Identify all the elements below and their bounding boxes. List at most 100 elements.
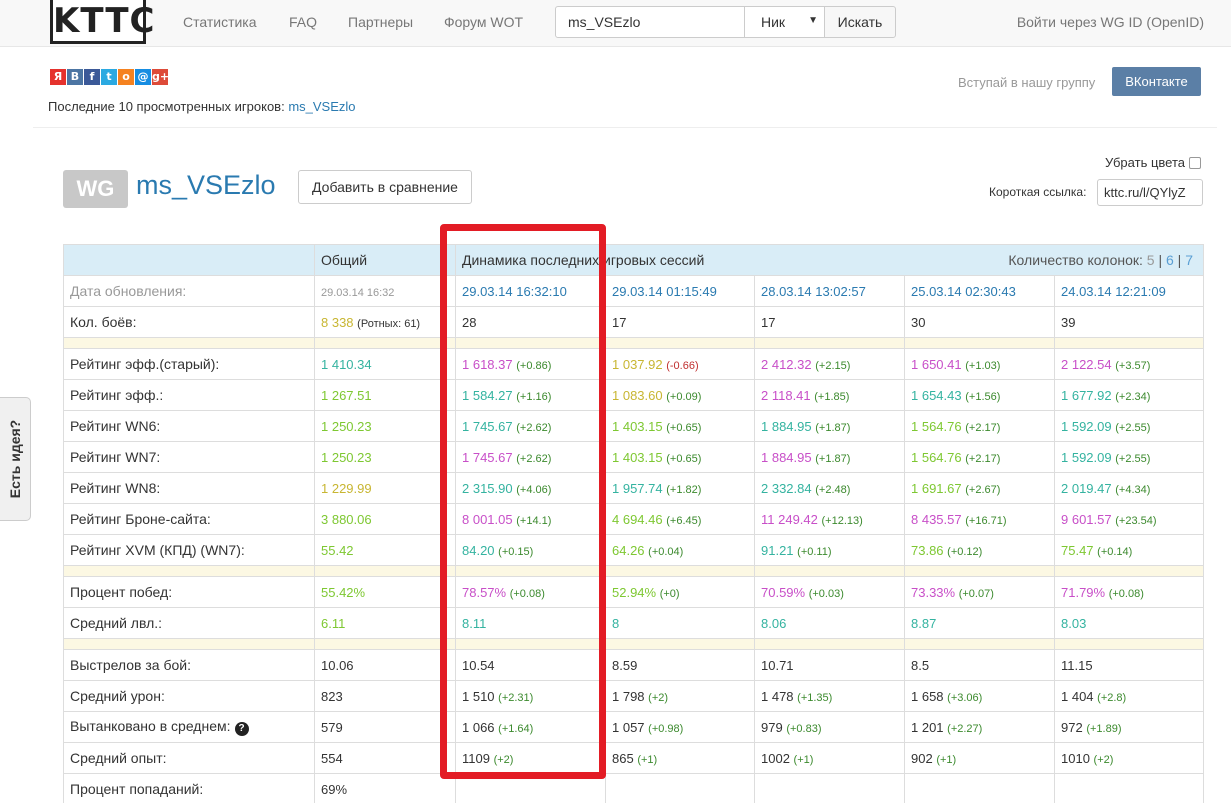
- cell-value: 1 677.92: [1061, 387, 1112, 403]
- cell-delta: (+1.16): [516, 390, 552, 403]
- cell-delta: (+1.64): [498, 722, 534, 735]
- header-dynamics: Динамика последних игровых сессий Количе…: [454, 244, 1205, 276]
- table-row: Средний урон: 823 1 510 (+2.31) 1 798 (+2) 1…: [63, 680, 1205, 712]
- row-label-text: Дата обновления:: [70, 283, 187, 299]
- share-icons: Я Вf t о @ g+: [50, 69, 169, 85]
- session-cell: 2 122.54 (+3.57): [1053, 348, 1205, 380]
- cell-delta: (+2.8): [1097, 691, 1127, 704]
- cell-value: 1 884.95: [761, 449, 812, 465]
- facebook-icon[interactable]: f: [84, 69, 100, 85]
- session-cell: 1109 (+2): [455, 742, 606, 774]
- search-input[interactable]: [555, 6, 745, 38]
- header-dynamics-title: Динамика последних игровых сессий: [462, 252, 705, 268]
- total-cell: 579: [314, 711, 456, 743]
- cell-value: 8 338: [321, 314, 354, 330]
- help-icon[interactable]: ?: [234, 722, 249, 736]
- feedback-tab[interactable]: Есть идея?: [0, 397, 31, 521]
- vk-icon[interactable]: В: [67, 69, 83, 85]
- nav-link-forum[interactable]: Форум WOT: [444, 14, 523, 30]
- cell-value: 29.03.14 16:32: [321, 286, 395, 299]
- search-type-select[interactable]: Ник ▼: [744, 6, 825, 38]
- recent-player-link[interactable]: ms_VSEzlo: [288, 99, 355, 114]
- cell-value: 8.5: [911, 657, 930, 673]
- cell-delta: (+2.48): [815, 483, 851, 496]
- cell-value: 1 592.09: [1061, 449, 1112, 465]
- session-cell: 78.57% (+0.08): [455, 576, 606, 608]
- spacer-cell: [314, 337, 456, 349]
- session-cell: 29.03.14 01:15:49: [605, 275, 755, 307]
- cell-delta: (+0.08): [1108, 587, 1144, 600]
- cell-delta: (+0.11): [797, 545, 832, 558]
- row-label-text: Средний опыт:: [70, 750, 167, 766]
- cell-delta: (+2.34): [1115, 390, 1151, 403]
- session-cell: 25.03.14 02:30:43: [904, 275, 1055, 307]
- session-cell: 10.71: [754, 649, 905, 681]
- cell-delta: (-0.66): [666, 359, 699, 372]
- table-row: Рейтинг Броне-сайта: 3 880.06 8 001.05 (+1…: [63, 503, 1205, 535]
- cell-value: 1 658: [911, 688, 944, 704]
- spacer-cell: [63, 337, 315, 349]
- spacer-cell: [455, 638, 606, 650]
- columns-option-6[interactable]: 6: [1166, 252, 1174, 268]
- cell-value: 10.71: [761, 657, 794, 673]
- nav-link-faq[interactable]: FAQ: [289, 14, 317, 30]
- cell-value: 69%: [321, 781, 348, 797]
- site-logo[interactable]: KTTC: [50, 0, 154, 44]
- row-label: Рейтинг Броне-сайта:: [63, 503, 315, 535]
- cell-value: 1 884.95: [761, 418, 812, 434]
- cell-delta: (+2.27): [947, 722, 983, 735]
- cell-value: 73.86: [911, 542, 944, 558]
- cell-delta: (+2.62): [516, 421, 552, 434]
- cell-value: 9 601.57: [1061, 511, 1112, 527]
- short-link-input[interactable]: [1097, 179, 1203, 206]
- cell-value: 972: [1061, 719, 1083, 735]
- row-label: Рейтинг WN6:: [63, 410, 315, 442]
- cell-value: 25.03.14 02:30:43: [911, 283, 1016, 299]
- cell-delta: (+0.14): [1097, 545, 1133, 558]
- table-row: Рейтинг WN6: 1 250.23 1 745.67 (+2.62) 1 40…: [63, 410, 1205, 442]
- cell-value: 28: [462, 314, 477, 330]
- cell-value: 2 019.47: [1061, 480, 1112, 496]
- remove-colors-checkbox[interactable]: [1189, 157, 1201, 169]
- vk-group-button[interactable]: ВКонтакте: [1112, 67, 1201, 96]
- session-cell: [1053, 773, 1205, 803]
- cell-delta: (+1): [936, 753, 957, 766]
- cell-delta: (+1.03): [965, 359, 1001, 372]
- session-cell: 1 618.37 (+0.86): [455, 348, 606, 380]
- cell-value: 1 057: [612, 719, 645, 735]
- spacer-cell: [754, 337, 905, 349]
- search-button[interactable]: Искать: [824, 6, 896, 38]
- table-header-row: Общий Динамика последних игровых сессий …: [63, 244, 1205, 276]
- googleplus-icon[interactable]: g+: [152, 69, 169, 85]
- columns-option-5[interactable]: 5: [1147, 252, 1155, 268]
- cell-value: 1010: [1061, 750, 1090, 766]
- session-cell: 1 884.95 (+1.87): [754, 441, 905, 473]
- spacer-cell: [605, 337, 755, 349]
- nav-link-partners[interactable]: Партнеры: [348, 14, 413, 30]
- yandex-icon[interactable]: Я: [50, 69, 66, 85]
- columns-option-7[interactable]: 7: [1185, 252, 1193, 268]
- cell-delta: (+2.55): [1115, 421, 1151, 434]
- session-cell: 2 332.84 (+2.48): [754, 472, 905, 504]
- row-label: Рейтинг WN8:: [63, 472, 315, 504]
- remove-colors-toggle[interactable]: Убрать цвета: [1105, 155, 1201, 170]
- session-cell: 865 (+1): [605, 742, 755, 774]
- table-row: Выстрелов за бой: 10.06 10.54 8.59 10.71 8.5 1…: [63, 649, 1205, 681]
- cell-value: 11.15: [1061, 657, 1093, 673]
- odnoklassniki-icon[interactable]: о: [118, 69, 134, 85]
- session-cell: [904, 773, 1055, 803]
- twitter-icon[interactable]: t: [101, 69, 117, 85]
- cell-delta: (+0.65): [666, 421, 702, 434]
- table-row: Средний опыт: 554 1109 (+2) 865 (+1) 1002 (+…: [63, 742, 1205, 774]
- session-cell: 1 037.92 (-0.66): [605, 348, 755, 380]
- nav-link-statistics[interactable]: Статистика: [183, 14, 257, 30]
- cell-value: 64.26: [612, 542, 645, 558]
- cell-delta: (+1.89): [1086, 722, 1122, 735]
- cell-value: 52.94%: [612, 584, 657, 600]
- cell-delta: (+0.07): [958, 587, 994, 600]
- mailru-icon[interactable]: @: [135, 69, 151, 85]
- cell-value: 1 083.60: [612, 387, 663, 403]
- login-link[interactable]: Войти через WG ID (OpenID): [1017, 14, 1204, 30]
- cell-value: 1 066: [462, 719, 495, 735]
- add-to-compare-button[interactable]: Добавить в сравнение: [298, 170, 472, 204]
